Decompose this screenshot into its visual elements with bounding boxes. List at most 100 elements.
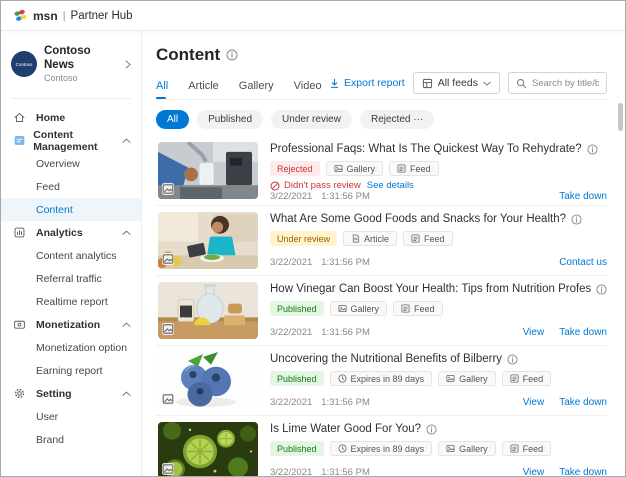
contact-us-link[interactable]: Contact us <box>559 257 607 268</box>
article-title[interactable]: How Vinegar Can Boost Your Health: Tips … <box>270 283 591 295</box>
sidebar-item-monetization[interactable]: Monetization <box>1 313 141 336</box>
tab-all[interactable]: All <box>156 80 168 99</box>
take-down-link[interactable]: Take down <box>559 327 607 338</box>
feed-icon <box>397 164 406 173</box>
sidebar-item-overview[interactable]: Overview <box>1 152 141 175</box>
content-row: Professional Faqs: What Is The Quickest … <box>156 136 607 206</box>
gallery-indicator-icon <box>162 323 174 335</box>
sidebar-item-label: Feed <box>36 181 60 193</box>
chevron-down-icon <box>483 81 491 86</box>
chevron-up-icon[interactable] <box>122 230 131 236</box>
sidebar-item-label: Brand <box>36 434 64 446</box>
scrollbar-thumb[interactable] <box>618 103 623 131</box>
info-icon[interactable] <box>226 49 238 61</box>
article-icon <box>351 234 360 243</box>
publish-datetime: 3/22/20211:31:56 PM <box>270 397 370 408</box>
take-down-link[interactable]: Take down <box>559 191 607 202</box>
sidebar-item-label: Home <box>36 112 65 124</box>
sidebar: Contoso Contoso News Contoso Home Conten… <box>1 31 142 476</box>
all-feeds-dropdown[interactable]: All feeds <box>413 72 500 94</box>
type-badge-article: Article <box>343 231 397 246</box>
page-title: Content <box>156 45 220 65</box>
main-content: Content All Article Gallery Video Export… <box>142 31 625 476</box>
info-icon[interactable] <box>571 214 582 225</box>
partner-hub-window: msn | Partner Hub Contoso Contoso News C… <box>0 0 626 477</box>
feed-icon <box>510 444 519 453</box>
article-title[interactable]: Is Lime Water Good For You? <box>270 423 421 435</box>
sidebar-item-monetization-option[interactable]: Monetization option <box>1 336 141 359</box>
gallery-icon <box>446 444 455 453</box>
sidebar-item-content[interactable]: Content <box>1 198 141 221</box>
sidebar-item-home[interactable]: Home <box>1 106 141 129</box>
content-row: Is Lime Water Good For You? Published Ex… <box>156 416 607 477</box>
brand-separator: | <box>63 10 66 22</box>
type-badge-gallery: Gallery <box>330 301 388 316</box>
chevron-up-icon[interactable] <box>122 391 131 397</box>
publish-datetime: 3/22/20211:31:56 PM <box>270 327 370 338</box>
article-title[interactable]: What Are Some Good Foods and Snacks for … <box>270 213 566 225</box>
sidebar-item-label: Content <box>36 204 73 216</box>
sidebar-item-analytics[interactable]: Analytics <box>1 221 141 244</box>
tab-gallery[interactable]: Gallery <box>239 80 274 99</box>
clock-icon <box>338 444 347 453</box>
chevron-up-icon[interactable] <box>122 322 131 328</box>
article-thumbnail-vinegar[interactable] <box>158 282 258 339</box>
type-badge-feed: Feed <box>403 231 453 246</box>
sidebar-item-feed[interactable]: Feed <box>1 175 141 198</box>
status-badge: Rejected <box>270 161 320 176</box>
sidebar-item-label: Monetization <box>36 319 100 331</box>
filter-chip-published[interactable]: Published <box>197 110 263 129</box>
info-icon[interactable] <box>596 284 607 295</box>
gallery-indicator-icon <box>162 253 174 265</box>
info-icon[interactable] <box>507 354 518 365</box>
status-badge: Under review <box>270 231 337 246</box>
sidebar-item-content-analytics[interactable]: Content analytics <box>1 244 141 267</box>
take-down-link[interactable]: Take down <box>559 467 607 477</box>
clock-icon <box>338 374 347 383</box>
view-link[interactable]: View <box>523 467 545 477</box>
sidebar-item-label: Setting <box>36 388 72 400</box>
sidebar-item-realtime-report[interactable]: Realtime report <box>1 290 141 313</box>
sidebar-item-setting[interactable]: Setting <box>1 382 141 405</box>
view-link[interactable]: View <box>523 397 545 408</box>
brand-product: Partner Hub <box>71 10 133 22</box>
view-link[interactable]: View <box>523 327 545 338</box>
article-thumbnail-bilberry[interactable] <box>158 352 258 409</box>
filter-chip-all[interactable]: All <box>156 110 189 129</box>
home-icon <box>13 111 29 124</box>
publisher-switcher[interactable]: Contoso Contoso News Contoso <box>1 39 141 89</box>
tab-video[interactable]: Video <box>294 80 322 99</box>
sidebar-item-earning-report[interactable]: Earning report <box>1 359 141 382</box>
gallery-indicator-icon <box>162 463 174 475</box>
filter-chip-rejected-more[interactable]: Rejected ··· <box>360 110 434 129</box>
search-input[interactable] <box>532 78 599 89</box>
type-badge-feed: Feed <box>389 161 439 176</box>
publisher-avatar: Contoso <box>11 51 37 77</box>
article-thumbnail-water-glass[interactable] <box>158 142 258 199</box>
sidebar-item-label: Monetization option <box>36 342 127 354</box>
chevron-up-icon[interactable] <box>122 138 131 144</box>
article-title[interactable]: Professional Faqs: What Is The Quickest … <box>270 143 582 155</box>
tab-article[interactable]: Article <box>188 80 219 99</box>
sidebar-item-label: Earning report <box>36 365 103 377</box>
article-title[interactable]: Uncovering the Nutritional Benefits of B… <box>270 353 502 365</box>
publish-datetime: 3/22/20211:31:56 PM <box>270 191 370 202</box>
info-icon[interactable] <box>426 424 437 435</box>
sidebar-item-content-management[interactable]: Content Management <box>1 129 141 152</box>
export-report-link[interactable]: Export report <box>329 77 405 89</box>
article-thumbnail-lime[interactable] <box>158 422 258 477</box>
sidebar-item-user[interactable]: User <box>1 405 141 428</box>
take-down-link[interactable]: Take down <box>559 397 607 408</box>
filter-chip-under-review[interactable]: Under review <box>271 110 352 129</box>
type-badge-feed: Feed <box>393 301 443 316</box>
gear-icon <box>13 387 29 400</box>
publisher-name: Contoso News <box>44 44 118 73</box>
sidebar-item-referral-traffic[interactable]: Referral traffic <box>1 267 141 290</box>
feeds-grid-icon <box>422 78 433 89</box>
search-icon <box>516 78 527 89</box>
see-details-link[interactable]: See details <box>367 180 414 191</box>
sidebar-item-brand[interactable]: Brand <box>1 428 141 451</box>
gallery-icon <box>446 374 455 383</box>
article-thumbnail-woman-salad[interactable] <box>158 212 258 269</box>
info-icon[interactable] <box>587 144 598 155</box>
